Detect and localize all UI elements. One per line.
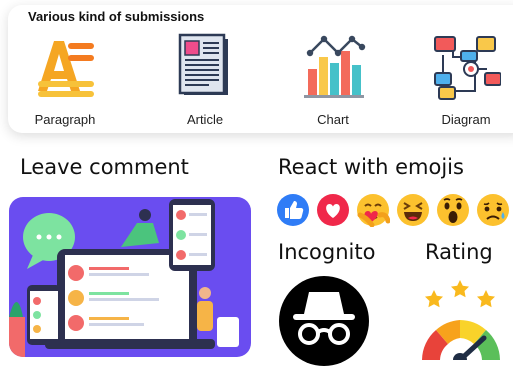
surprised-face-icon bbox=[437, 194, 469, 226]
incognito-heading: Incognito bbox=[278, 240, 376, 264]
submission-diagram-label: Diagram bbox=[441, 112, 491, 127]
submission-diagram[interactable]: Diagram bbox=[421, 33, 511, 129]
sad-emoji[interactable] bbox=[476, 193, 510, 227]
laughing-face-icon bbox=[397, 194, 429, 226]
rating-meter[interactable] bbox=[416, 278, 506, 367]
care-emoji[interactable] bbox=[356, 193, 391, 228]
sad-face-icon bbox=[477, 194, 509, 226]
submissions-title: Various kind of submissions bbox=[28, 9, 205, 24]
react-heading: React with emojis bbox=[278, 155, 464, 179]
rating-heading: Rating bbox=[425, 240, 493, 264]
submission-paragraph-label: Paragraph bbox=[34, 112, 96, 127]
diagram-icon bbox=[434, 36, 501, 100]
incognito-icon[interactable] bbox=[279, 276, 369, 366]
article-icon bbox=[178, 33, 228, 95]
star-icon bbox=[425, 290, 443, 308]
leave-comment-heading: Leave comment bbox=[20, 155, 189, 179]
thumbs-up-icon bbox=[277, 194, 309, 226]
star-icon bbox=[477, 290, 495, 308]
like-emoji[interactable] bbox=[276, 193, 310, 227]
submissions-card: Various kind of submissions Paragraph Ar… bbox=[8, 5, 513, 133]
haha-emoji[interactable] bbox=[396, 193, 430, 227]
submission-article[interactable]: Article bbox=[160, 33, 250, 129]
love-emoji[interactable] bbox=[316, 193, 350, 227]
chart-icon bbox=[304, 35, 366, 98]
submission-article-label: Article bbox=[186, 112, 224, 127]
submission-chart[interactable]: Chart bbox=[288, 33, 378, 129]
comment-illustration bbox=[9, 197, 251, 357]
submission-paragraph[interactable]: Paragraph bbox=[20, 33, 110, 129]
wow-emoji[interactable] bbox=[436, 193, 470, 227]
heart-icon bbox=[317, 194, 349, 226]
star-icon bbox=[451, 280, 469, 298]
submission-chart-label: Chart bbox=[317, 112, 349, 127]
paragraph-icon bbox=[38, 41, 94, 97]
care-face-icon bbox=[357, 194, 391, 228]
